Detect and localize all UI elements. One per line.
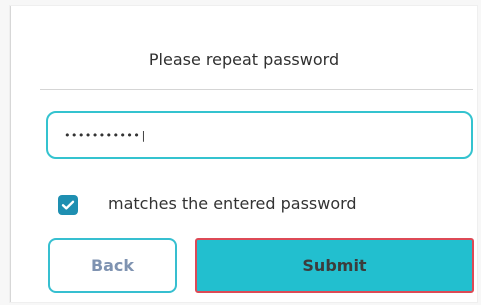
- back-button[interactable]: Back: [48, 238, 177, 293]
- password-match-label: matches the entered password: [108, 194, 357, 213]
- submit-button[interactable]: Submit: [195, 238, 474, 293]
- repeat-password-dialog: Please repeat password matches the enter…: [10, 6, 477, 302]
- dialog-title: Please repeat password: [148, 50, 340, 69]
- password-match-checkbox[interactable]: [58, 195, 78, 215]
- check-icon: [61, 200, 75, 210]
- repeat-password-input[interactable]: [46, 111, 473, 159]
- title-divider: [40, 89, 473, 90]
